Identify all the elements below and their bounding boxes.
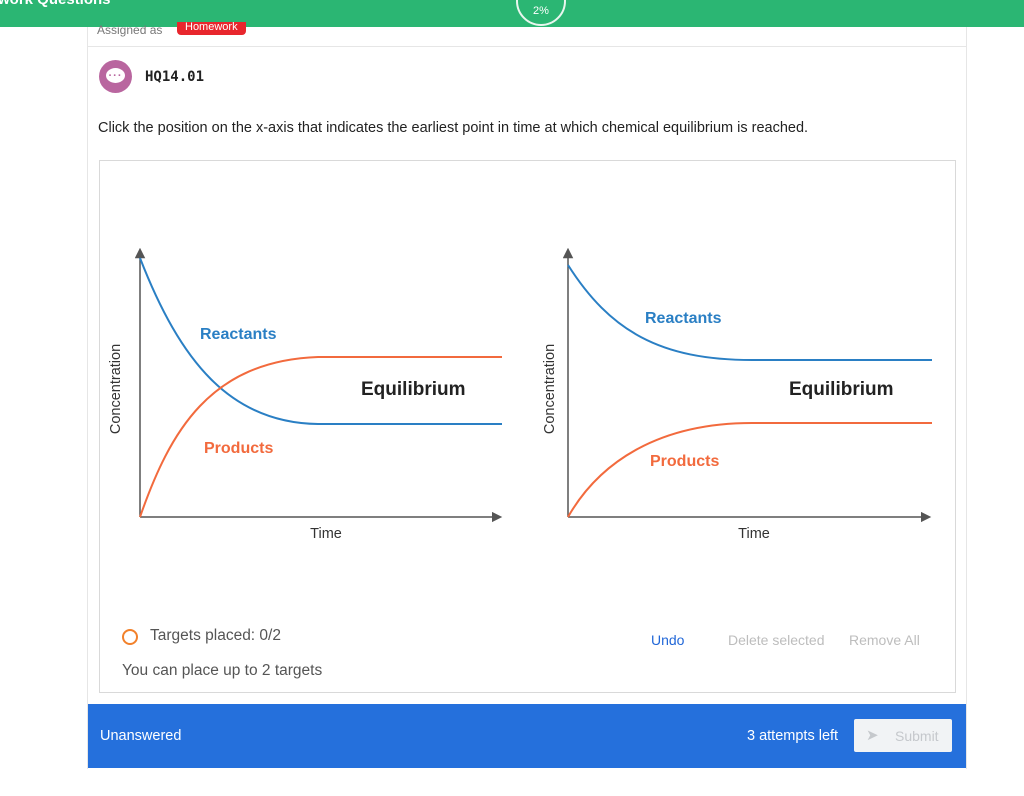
reactants-curve	[567, 264, 932, 361]
y-axis-label: Concentration	[542, 344, 558, 434]
submit-label: Submit	[895, 728, 939, 744]
question-prompt: Click the position on the x-axis that in…	[98, 120, 809, 136]
progress-indicator: 2%	[516, 0, 566, 26]
hotspot-panel: Concentration Time Reactants Products Eq…	[99, 160, 956, 693]
graphs-area[interactable]: Concentration Time Reactants Products Eq…	[100, 161, 955, 601]
reactants-label: Reactants	[645, 310, 722, 327]
progress-value: 2%	[533, 5, 549, 17]
graph-2: Concentration Time Reactants Products Eq…	[542, 247, 932, 542]
assignment-type-badge: Homework	[177, 22, 246, 35]
ellipsis-icon: ···	[108, 70, 123, 82]
graph-1: Concentration Time Reactants Products Eq…	[108, 247, 503, 542]
submit-button[interactable]: ➤ Submit	[854, 719, 952, 752]
remove-all-button[interactable]: Remove All	[849, 632, 920, 648]
targets-status: Targets placed: 0/2	[150, 627, 281, 644]
question-type-icon: ···	[99, 60, 132, 93]
assigned-label: Assigned as	[97, 23, 163, 37]
page-title: work Questions	[0, 0, 111, 8]
products-curve	[567, 422, 932, 518]
attempts-left: 3 attempts left	[747, 728, 839, 744]
answer-footer: Unanswered 3 attempts left ➤ Submit	[88, 704, 966, 768]
x-axis-label: Time	[310, 526, 342, 542]
x-axis-label: Time	[738, 526, 770, 542]
products-label: Products	[204, 440, 273, 457]
y-axis-label: Concentration	[108, 344, 124, 434]
equilibrium-label: Equilibrium	[789, 379, 894, 400]
question-id: HQ14.01	[145, 69, 205, 85]
equilibrium-label: Equilibrium	[361, 379, 466, 400]
send-icon: ➤	[866, 727, 879, 744]
products-label: Products	[650, 453, 719, 470]
targets-hint: You can place up to 2 targets	[122, 662, 323, 679]
delete-selected-button[interactable]: Delete selected	[728, 632, 825, 648]
target-icon	[122, 629, 138, 645]
reactants-label: Reactants	[200, 326, 277, 343]
answer-status: Unanswered	[100, 728, 182, 744]
undo-button[interactable]: Undo	[651, 632, 684, 648]
question-card: Assigned as Homework ··· HQ14.01 Click t…	[87, 22, 967, 769]
divider	[88, 46, 966, 47]
